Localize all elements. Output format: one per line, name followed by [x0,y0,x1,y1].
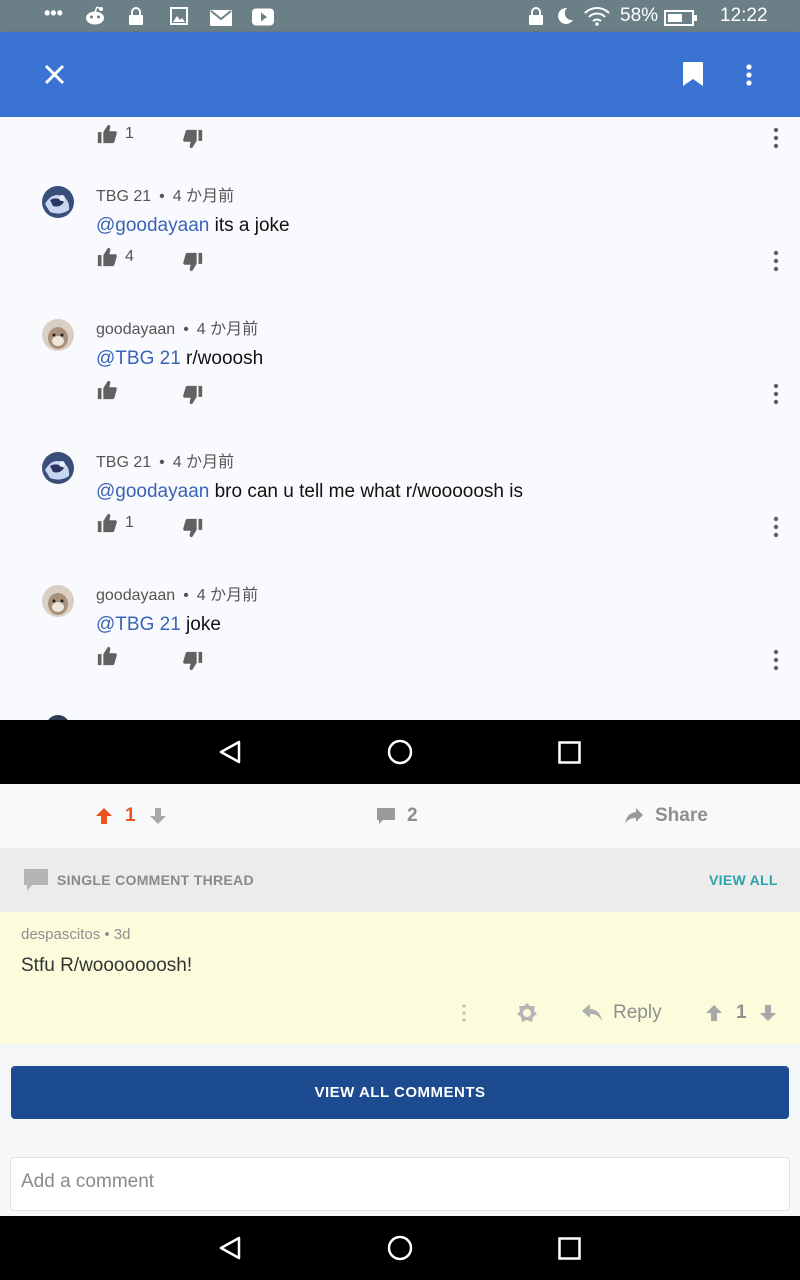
avatar[interactable] [42,585,74,617]
comment-age: 4 か月前 [196,321,259,338]
thread-title: SINGLE COMMENT THREAD [57,872,254,888]
avatar[interactable] [42,319,74,351]
image-icon [170,7,188,25]
comment-count[interactable]: 2 [407,805,418,827]
comment-item: 1 [0,117,800,196]
comment-meta: goodayaan • 4 か月前 [96,587,259,604]
reddit-icon [86,6,104,25]
comment-item: TBG 21 • 4 か月前 @goodayaan its a joke 4 [0,186,800,319]
comment-item: goodayaan • 4 か月前 @TBG 21 joke [0,585,800,718]
downvote-arrow-icon[interactable] [759,1004,777,1022]
mention-link[interactable]: @goodayaan [96,481,209,502]
more-vert-icon[interactable] [745,64,753,88]
vote-count: 1 [125,805,136,826]
comment-age: 4 か月前 [196,587,259,604]
mention-link[interactable]: @TBG 21 [96,614,181,635]
lock-icon [529,7,543,25]
more-vert-icon[interactable] [766,126,786,150]
more-vert-icon[interactable] [766,382,786,406]
thumb-up-icon[interactable] [96,512,118,534]
battery-percent: 58% [620,5,659,26]
navigation-bar [0,720,800,784]
clock: 12:22 [720,5,768,26]
thumb-up-icon[interactable] [96,645,118,667]
comment-text: @goodayaan its a joke [96,215,290,236]
thumb-up-icon[interactable] [96,246,118,268]
award-icon[interactable] [516,1002,538,1024]
navigation-bar [0,1216,800,1280]
thumb-down-icon[interactable] [182,128,204,150]
comment-text: @TBG 21 r/wooosh [96,348,264,369]
comment-age: 4 か月前 [172,454,235,471]
add-comment-input[interactable]: Add a comment [10,1157,790,1211]
back-icon[interactable] [219,740,241,764]
mention-link[interactable]: @goodayaan [96,215,209,236]
thumb-down-icon[interactable] [182,517,204,539]
app-bar [0,32,800,117]
thumb-up-icon[interactable] [96,123,118,145]
reply-button[interactable]: Reply [613,1002,662,1024]
thumb-down-icon[interactable] [182,384,204,406]
comment-author[interactable]: goodayaan [96,321,175,338]
downvote-arrow-icon[interactable] [149,807,167,825]
view-all-link[interactable]: VIEW ALL [709,872,778,888]
more-icon: ••• [44,3,63,23]
reply-icon[interactable] [581,1003,603,1023]
mention-link[interactable]: @TBG 21 [96,348,181,369]
comment-list: 1 TBG 21 • 4 か月前 @goodayaan its a joke 4 g… [0,117,800,720]
comment-bubble-icon[interactable] [376,807,396,825]
close-icon[interactable] [44,64,65,85]
share-label[interactable]: Share [655,805,708,827]
like-count: 4 [125,248,134,265]
upvote-arrow-icon[interactable] [95,807,113,825]
wifi-icon [584,7,610,26]
youtube-icon [252,8,274,26]
comment-author[interactable]: TBG 21 [96,454,151,471]
bookmark-icon[interactable] [682,61,704,87]
mail-icon [210,10,232,26]
lock-icon [129,7,143,25]
post-action-bar: 1 2 Share [0,784,800,848]
status-bar: ••• 58% 12:22 [0,0,800,32]
comment-meta: despascitos • 3d [21,926,131,943]
add-comment-placeholder: Add a comment [21,1171,155,1192]
comment-author[interactable]: goodayaan [96,587,175,604]
comment-text: @TBG 21 joke [96,614,221,635]
comment-item: TBG 21 • 4 か月前 @goodayaan bro can u tell m… [0,452,800,585]
comment-meta: TBG 21 • 4 か月前 [96,454,235,471]
comment-text: @goodayaan bro can u tell me what r/wooo… [96,481,523,502]
comment-meta: goodayaan • 4 か月前 [96,321,259,338]
thread-header: SINGLE COMMENT THREAD VIEW ALL [0,848,800,912]
more-vert-icon[interactable] [459,1003,469,1023]
thumb-down-icon[interactable] [182,251,204,273]
share-icon[interactable] [624,806,644,826]
like-count: 1 [125,514,134,531]
more-vert-icon[interactable] [766,648,786,672]
thumb-up-icon[interactable] [96,379,118,401]
comment-score: 1 [736,1002,747,1023]
comment-item: goodayaan • 4 か月前 @TBG 21 r/wooosh [0,319,800,452]
recents-icon[interactable] [558,741,581,764]
avatar[interactable] [42,186,74,218]
battery-icon [664,10,697,26]
comment-author[interactable]: TBG 21 [96,188,151,205]
comment-meta: TBG 21 • 4 か月前 [96,188,235,205]
home-icon[interactable] [387,1235,413,1261]
back-icon[interactable] [219,1236,241,1260]
highlighted-comment: despascitos • 3d Stfu R/wooooooosh! Repl… [0,912,800,1044]
upvote-arrow-icon[interactable] [705,1004,723,1022]
thumb-down-icon[interactable] [182,650,204,672]
home-icon[interactable] [387,739,413,765]
more-vert-icon[interactable] [766,249,786,273]
moon-icon [558,7,573,24]
recents-icon[interactable] [558,1237,581,1260]
comment-thread-icon [24,869,48,891]
more-vert-icon[interactable] [766,515,786,539]
like-count: 1 [125,125,134,142]
comment-age: 4 か月前 [172,188,235,205]
avatar[interactable] [42,452,74,484]
view-all-comments-button[interactable]: VIEW ALL COMMENTS [11,1066,789,1119]
comment-text: Stfu R/wooooooosh! [21,955,193,976]
